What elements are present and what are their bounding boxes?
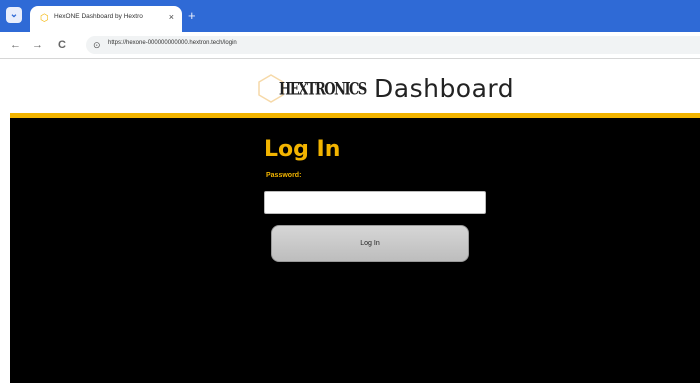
tab-search-icon[interactable]: ⌄ [6,7,22,23]
login-heading: Log In [264,137,341,162]
forward-icon[interactable]: → [32,37,43,53]
tab-close-icon[interactable]: × [169,12,174,22]
login-button[interactable]: Log In [271,225,469,262]
browser-toolbar: ← → C ⊙ https://hexone-000000000000.hext… [0,32,700,59]
password-field[interactable] [264,191,486,214]
password-label: Password: [266,172,302,179]
back-icon[interactable]: ← [10,37,21,53]
url-text[interactable]: https://hexone-000000000000.hextron.tech… [108,40,237,46]
page-title: Dashboard [374,74,515,103]
new-tab-icon[interactable]: + [188,9,196,22]
tab-title: HexONE Dashboard by Hextro [54,13,143,20]
reload-icon[interactable]: C [58,37,66,53]
favicon-icon: ⬡ [40,13,49,24]
site-info-icon[interactable]: ⊙ [93,39,101,51]
brand-logo-text: HEXTRONICS [279,80,367,100]
browser-tab-bar: ⌄ ⬡ HexONE Dashboard by Hextro × + [0,0,700,32]
browser-tab[interactable]: ⬡ HexONE Dashboard by Hextro × [30,6,182,32]
address-bar[interactable]: ⊙ https://hexone-000000000000.hextron.te… [86,36,700,54]
